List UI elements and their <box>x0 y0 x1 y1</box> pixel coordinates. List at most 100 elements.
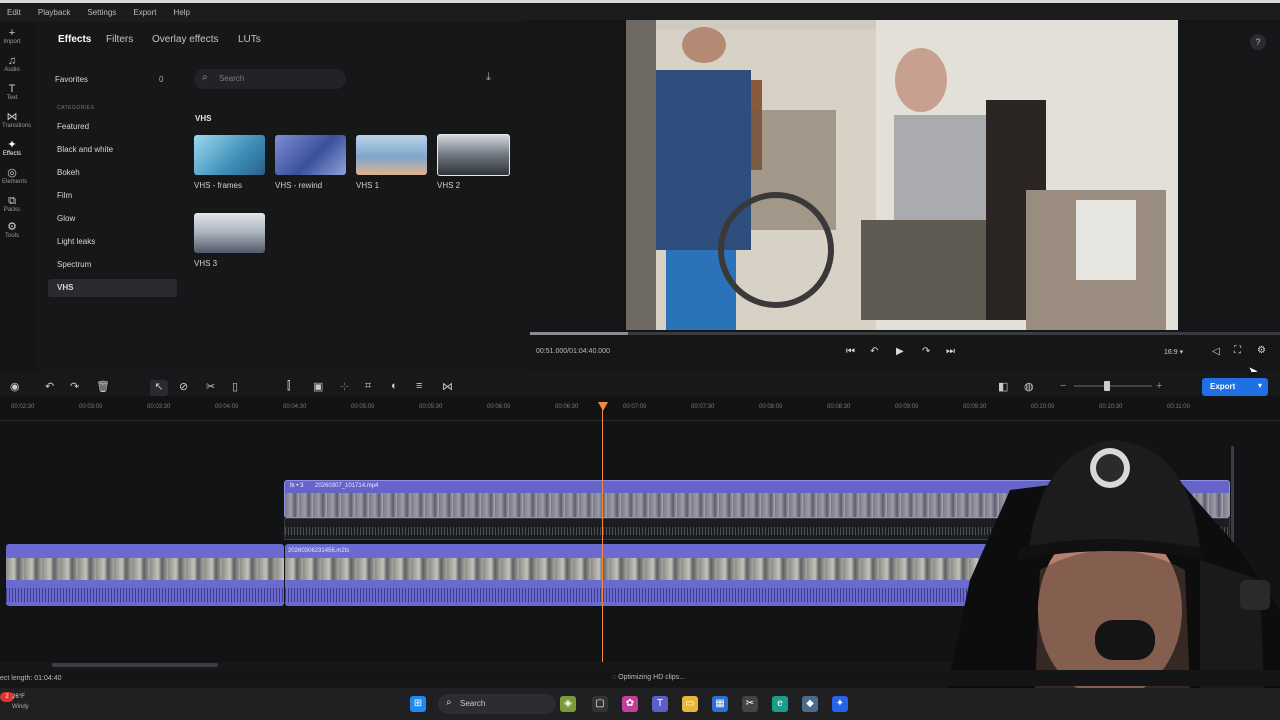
rail-transitions[interactable]: ⋈ Transitions <box>2 112 31 130</box>
playhead[interactable] <box>602 404 603 662</box>
crop-icon[interactable]: ⌗ <box>365 380 371 393</box>
edge-icon[interactable]: e <box>772 696 788 712</box>
effect-thumb-vhs-2[interactable] <box>437 134 510 176</box>
aspect-ratio-select[interactable]: 16:9 ▾ <box>1164 348 1183 356</box>
rail-audio[interactable]: ♫ Audio <box>2 56 22 74</box>
playback-progress-fill <box>530 332 628 335</box>
export-button[interactable]: Export ▾ <box>1202 378 1268 396</box>
audio-split-icon[interactable]: ◧ <box>998 380 1008 393</box>
rewind-icon[interactable]: ↶ <box>870 346 878 357</box>
ruler-label: 00:05:00 <box>351 404 375 410</box>
copilot-icon[interactable]: ✿ <box>622 696 638 712</box>
tools-icon: ⚙ <box>7 221 17 233</box>
app-icon[interactable]: ◆ <box>802 696 818 712</box>
video-editor-icon[interactable]: ✦ <box>832 696 848 712</box>
snipping-tool-icon[interactable]: ✂ <box>742 696 758 712</box>
effect-thumb-vhs-frames[interactable] <box>194 135 265 175</box>
undo-icon[interactable]: ↶ <box>45 380 54 393</box>
favorites-item[interactable]: Favorites <box>55 75 88 84</box>
timeline-clip-main-start[interactable] <box>6 544 284 606</box>
file-explorer-icon[interactable]: ▭ <box>682 696 698 712</box>
ruler-label: 00:02:30 <box>11 404 35 410</box>
menu-edit[interactable]: Edit <box>0 3 28 17</box>
fullscreen-icon[interactable]: ⛶ <box>1234 345 1241 356</box>
menu-export[interactable]: Export <box>126 3 163 17</box>
video-preview[interactable] <box>626 20 1178 330</box>
timeline-toolbar <box>0 372 1280 396</box>
task-view-icon[interactable]: ▢ <box>592 696 608 712</box>
forward-icon[interactable]: ↷ <box>922 346 930 357</box>
effect-thumb-vhs-3[interactable] <box>194 213 265 253</box>
cut-icon[interactable]: ✂ <box>206 380 215 393</box>
disable-icon[interactable]: ⊘ <box>179 380 188 393</box>
snap-icon[interactable]: ◍ <box>1024 380 1034 393</box>
category-glow[interactable]: Glow <box>57 214 75 223</box>
search-icon: ⌕ <box>446 697 452 708</box>
menu-help[interactable]: Help <box>167 3 197 17</box>
chevron-down-icon[interactable]: ▾ <box>1258 381 1262 390</box>
split-icon[interactable]: ⫿ <box>287 380 291 393</box>
favorites-label: Favorites <box>55 75 88 84</box>
waveform-graphic <box>6 588 284 602</box>
category-bokeh[interactable]: Bokeh <box>57 168 80 177</box>
teams-icon[interactable]: T <box>652 696 668 712</box>
select-tool-icon[interactable]: ↖ <box>150 380 168 396</box>
playhead-handle[interactable] <box>598 402 608 411</box>
download-icon[interactable]: ⤓ <box>486 71 491 84</box>
spinner-icon: ◌ <box>612 674 617 681</box>
weather-temp[interactable]: 26°F <box>12 694 25 700</box>
search-placeholder: Search <box>219 74 245 83</box>
ruler-label: 00:08:00 <box>759 404 783 410</box>
rail-packs[interactable]: ⧉ Packs <box>2 195 22 214</box>
rail-tools[interactable]: ⚙ Tools <box>2 221 22 240</box>
effects-search-input[interactable]: ⌕ Search <box>194 69 346 89</box>
adjust-icon[interactable]: ≡ <box>416 380 422 392</box>
zoom-out-icon[interactable]: − <box>1060 380 1066 392</box>
category-film[interactable]: Film <box>57 191 72 200</box>
menu-playback[interactable]: Playback <box>31 3 77 17</box>
category-featured[interactable]: Featured <box>57 122 89 131</box>
category-vhs[interactable]: VHS <box>57 283 73 292</box>
effect-thumb-vhs-rewind[interactable] <box>275 135 346 175</box>
redo-icon[interactable]: ↷ <box>70 380 79 393</box>
rail-effects[interactable]: ✦ Effects <box>2 140 22 158</box>
category-light-leaks[interactable]: Light leaks <box>57 237 95 246</box>
zoom-in-icon[interactable]: + <box>1156 380 1162 392</box>
delete-icon[interactable]: 🗑 <box>96 380 110 393</box>
menu-bar: Edit Playback Settings Export Help <box>0 0 1280 22</box>
speed-icon[interactable]: ◐ <box>391 380 398 392</box>
category-black-and-white[interactable]: Black and white <box>57 145 113 154</box>
rail-import[interactable]: + Import <box>2 28 22 46</box>
tab-filters[interactable]: Filters <box>106 34 133 45</box>
tab-overlay-effects[interactable]: Overlay effects <box>152 34 219 45</box>
rail-elements[interactable]: ◎ Elements <box>2 168 27 186</box>
ruler-label: 00:07:30 <box>691 404 715 410</box>
volume-icon[interactable]: ◁ <box>1212 346 1220 357</box>
zoom-slider[interactable] <box>1074 381 1152 391</box>
windows-start-icon[interactable]: ⊞ <box>410 696 426 712</box>
zoom-slider-handle[interactable] <box>1104 381 1110 391</box>
ruler-label: 00:09:30 <box>963 404 987 410</box>
menu-settings[interactable]: Settings <box>80 3 123 17</box>
skip-back-icon[interactable]: ⏮ <box>846 346 855 357</box>
caption-icon[interactable]: ▣ <box>313 380 323 393</box>
freeze-icon[interactable]: ⊹ <box>340 380 349 393</box>
skip-forward-icon[interactable]: ⏭ <box>946 346 955 357</box>
tab-luts[interactable]: LUTs <box>238 34 261 45</box>
category-spectrum[interactable]: Spectrum <box>57 260 91 269</box>
taskbar-search[interactable]: ⌕ Search <box>438 694 556 714</box>
effect-thumb-vhs-1[interactable] <box>356 135 427 175</box>
store-icon[interactable]: ▦ <box>712 696 728 712</box>
widgets-icon[interactable]: ◈ <box>560 696 576 712</box>
marker-icon[interactable]: ▯ <box>232 380 238 393</box>
transition-tool-icon[interactable]: ⋈ <box>442 380 453 393</box>
record-icon[interactable]: ◉ <box>10 380 20 393</box>
tab-effects[interactable]: Effects <box>58 34 91 45</box>
playback-progress[interactable] <box>530 332 1280 335</box>
packs-icon: ⧉ <box>8 195 16 207</box>
play-icon[interactable]: ▶ <box>896 346 904 357</box>
timeline-hscrollbar[interactable] <box>52 663 218 667</box>
settings-icon[interactable]: ⚙ <box>1257 345 1266 356</box>
rail-text[interactable]: T Text <box>2 84 22 102</box>
help-icon[interactable]: ? <box>1250 34 1266 50</box>
